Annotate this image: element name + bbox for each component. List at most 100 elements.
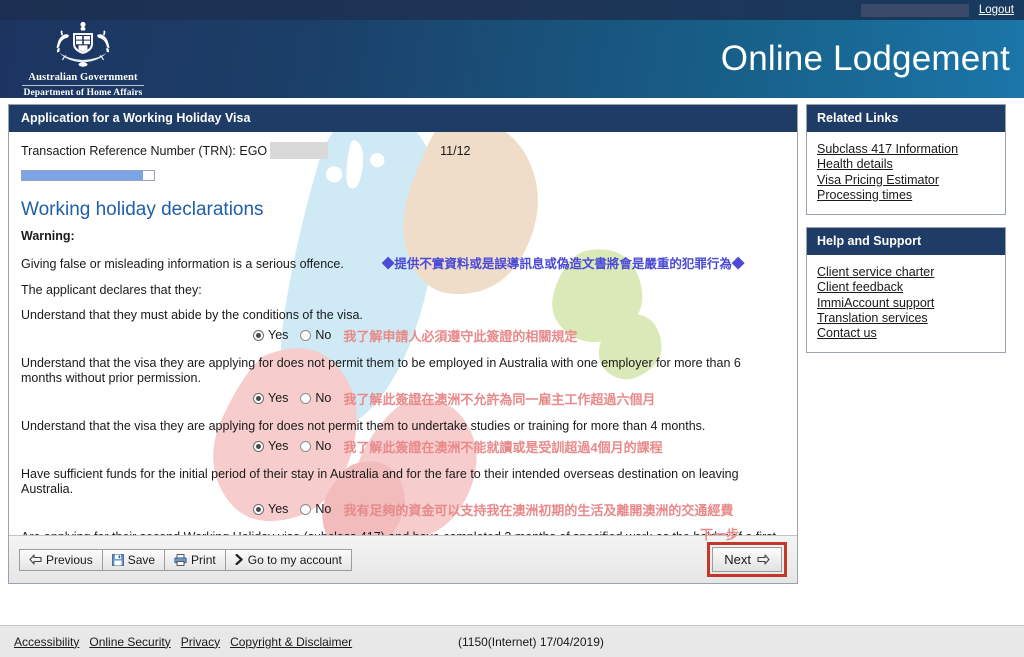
declaration-answer-row: Yes No 我了解此簽證在澳洲不允許為同一雇主工作超過六個月 — [21, 389, 785, 408]
related-link-item[interactable]: Visa Pricing Estimator — [817, 173, 995, 188]
crest-department-text: Department of Home Affairs — [24, 88, 143, 98]
next-button-label: Next — [724, 552, 751, 567]
radio-yes-label[interactable]: Yes — [268, 391, 288, 405]
footer-links: Accessibility Online Security Privacy Copyr… — [14, 635, 352, 649]
print-button-label: Print — [191, 553, 216, 567]
australian-government-crest: Australian Government Department of Home… — [22, 21, 144, 98]
username-redacted-box — [861, 4, 969, 17]
radio-yes[interactable] — [253, 504, 264, 515]
logout-link[interactable]: Logout — [979, 4, 1014, 16]
declaration-text: Understand that the visa they are applyi… — [21, 419, 785, 435]
site-title: Online Lodgement — [721, 39, 1010, 79]
declaration-item: Understand that the visa they are applyi… — [21, 356, 785, 408]
declaration-item: Understand that they must abide by the c… — [21, 308, 785, 345]
main-column: Application for a Working Holiday Visa — [8, 104, 798, 625]
help-support-link-item[interactable]: ImmiAccount support — [817, 296, 995, 311]
radio-no-label[interactable]: No — [315, 502, 331, 516]
radio-yes-label[interactable]: Yes — [268, 502, 288, 516]
radio-no-label[interactable]: No — [315, 391, 331, 405]
related-link-item[interactable]: Health details — [817, 157, 995, 172]
radio-no[interactable] — [300, 330, 311, 341]
warning-row: Giving false or misleading information i… — [21, 253, 785, 272]
next-button[interactable]: Next — [712, 547, 782, 572]
help-support-title: Help and Support — [807, 228, 1005, 255]
trn-redacted-box — [270, 142, 328, 159]
declaration-annotation-zh: 我了解此簽證在澳洲不允許為同一雇主工作超過六個月 — [343, 389, 655, 408]
related-links-title: Related Links — [807, 105, 1005, 132]
section-title: Working holiday declarations — [21, 199, 785, 221]
radio-no-label[interactable]: No — [315, 439, 331, 453]
top-utility-bar: Logout — [0, 0, 1024, 20]
application-panel: Application for a Working Holiday Visa — [8, 104, 798, 584]
declaration-answer-row: Yes No 我有足夠的資金可以支持我在澳洲初期的生活及離開澳洲的交通經費 — [21, 500, 785, 519]
progress-bar — [21, 170, 155, 181]
next-annotation-zh: 下一步 — [700, 524, 739, 543]
related-links-list: Subclass 417 InformationHealth detailsVi… — [807, 132, 1005, 214]
footer-link-item[interactable]: Copyright & Disclaimer — [230, 635, 352, 649]
radio-yes-label[interactable]: Yes — [268, 328, 288, 342]
previous-button[interactable]: Previous — [19, 549, 103, 571]
print-button[interactable]: Print — [164, 549, 226, 571]
floppy-disk-icon — [112, 554, 124, 566]
warning-text-en: Giving false or misleading information i… — [21, 257, 344, 271]
radio-no-label[interactable]: No — [315, 328, 331, 342]
previous-button-label: Previous — [46, 553, 93, 567]
declaration-text: Understand that they must abide by the c… — [21, 308, 785, 324]
radio-no[interactable] — [300, 441, 311, 452]
related-links-panel: Related Links Subclass 417 InformationHe… — [806, 104, 1006, 215]
declaration-annotation-zh: 我了解此簽證在澳洲不能就讀或是受訓超過4個月的課程 — [343, 437, 662, 456]
help-support-link-item[interactable]: Client feedback — [817, 280, 995, 295]
declaration-text: Have sufficient funds for the initial pe… — [21, 467, 785, 498]
footer-link-item[interactable]: Privacy — [181, 635, 220, 649]
radio-yes-label[interactable]: Yes — [268, 439, 288, 453]
page-indicator: 11/12 — [440, 144, 470, 158]
declaration-answer-row: Yes No 我了解申請人必須遵守此簽證的相關規定 — [21, 326, 785, 345]
sidebar: Related Links Subclass 417 InformationHe… — [806, 104, 1006, 625]
page-body: Application for a Working Holiday Visa — [0, 98, 1024, 625]
arrow-left-icon — [29, 554, 42, 565]
declaration-item: Are applying for their second Working Ho… — [21, 530, 785, 535]
application-panel-body: Transaction Reference Number (TRN): EGO … — [9, 132, 797, 535]
save-button-label: Save — [128, 553, 155, 567]
radio-yes[interactable] — [253, 441, 264, 452]
trn-row: Transaction Reference Number (TRN): EGO … — [21, 142, 785, 159]
related-link-item[interactable]: Processing times — [817, 188, 995, 203]
trn-label: Transaction Reference Number (TRN): EGO — [21, 144, 267, 158]
next-button-highlight: Next — [707, 542, 787, 577]
related-link-item[interactable]: Subclass 417 Information — [817, 142, 995, 157]
warning-label: Warning: — [21, 229, 785, 243]
declaration-text: Understand that the visa they are applyi… — [21, 356, 785, 387]
help-support-link-item[interactable]: Translation services — [817, 311, 995, 326]
crest-divider — [22, 85, 144, 86]
radio-yes[interactable] — [253, 393, 264, 404]
radio-no[interactable] — [300, 393, 311, 404]
footer-link-item[interactable]: Accessibility — [14, 635, 79, 649]
declaration-annotation-zh: 我了解申請人必須遵守此簽證的相關規定 — [343, 326, 577, 345]
application-panel-title: Application for a Working Holiday Visa — [9, 105, 797, 132]
footer-link-item[interactable]: Online Security — [89, 635, 170, 649]
save-button[interactable]: Save — [102, 549, 165, 571]
radio-yes[interactable] — [253, 330, 264, 341]
declaration-item: Have sufficient funds for the initial pe… — [21, 467, 785, 519]
progress-bar-fill — [22, 171, 143, 180]
help-support-link-item[interactable]: Contact us — [817, 326, 995, 341]
left-button-group: Previous Save — [19, 549, 351, 571]
declaration-list: Understand that they must abide by the c… — [21, 308, 785, 535]
form-button-bar: Previous Save — [9, 535, 797, 583]
go-to-my-account-label: Go to my account — [248, 553, 342, 567]
radio-no[interactable] — [300, 504, 311, 515]
arrow-right-icon — [756, 554, 770, 565]
help-support-panel: Help and Support Client service charterC… — [806, 227, 1006, 353]
page-footer: Accessibility Online Security Privacy Copyr… — [0, 625, 1024, 657]
declaration-annotation-zh: 我有足夠的資金可以支持我在澳洲初期的生活及離開澳洲的交通經費 — [343, 500, 733, 519]
help-support-link-item[interactable]: Client service charter — [817, 265, 995, 280]
masthead: Australian Government Department of Home… — [0, 20, 1024, 98]
printer-icon — [174, 554, 187, 566]
declaration-text: Are applying for their second Working Ho… — [21, 530, 785, 535]
go-to-my-account-button[interactable]: Go to my account — [225, 549, 352, 571]
declaration-item: Understand that the visa they are applyi… — [21, 419, 785, 456]
warning-text-zh: ◆提供不實資料或是誤導訊息或偽造文書將會是嚴重的犯罪行為◆ — [382, 253, 745, 272]
footer-build-info: (1150(Internet) 17/04/2019) — [458, 635, 604, 649]
crest-government-text: Australian Government — [28, 72, 137, 83]
chevron-right-icon — [235, 554, 244, 565]
